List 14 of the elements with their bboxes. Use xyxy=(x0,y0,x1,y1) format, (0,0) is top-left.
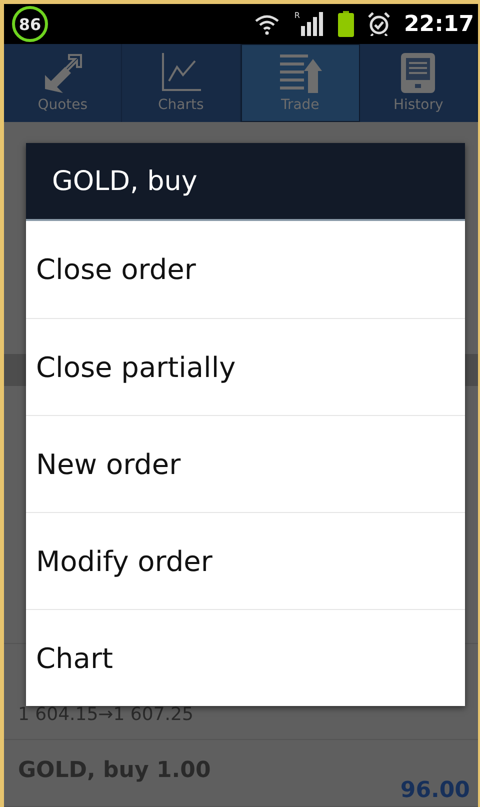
clock-time: 22:17 xyxy=(404,12,474,36)
roaming-label: R xyxy=(294,12,300,20)
dialog-title: GOLD, buy xyxy=(26,143,465,221)
battery-icon xyxy=(338,11,354,37)
wifi-icon xyxy=(254,13,280,35)
signal-icon xyxy=(300,12,324,36)
position-profit: 96.00 xyxy=(400,778,470,803)
menu-item[interactable]: Close partially xyxy=(26,318,465,415)
menu-item[interactable]: Chart xyxy=(26,609,465,706)
list-arrow-icon xyxy=(278,53,322,93)
menu-item[interactable]: New order xyxy=(26,415,465,512)
menu-item[interactable]: Close order xyxy=(26,221,465,318)
alarm-clock-icon xyxy=(368,12,390,36)
menu-item[interactable]: Modify order xyxy=(26,512,465,609)
